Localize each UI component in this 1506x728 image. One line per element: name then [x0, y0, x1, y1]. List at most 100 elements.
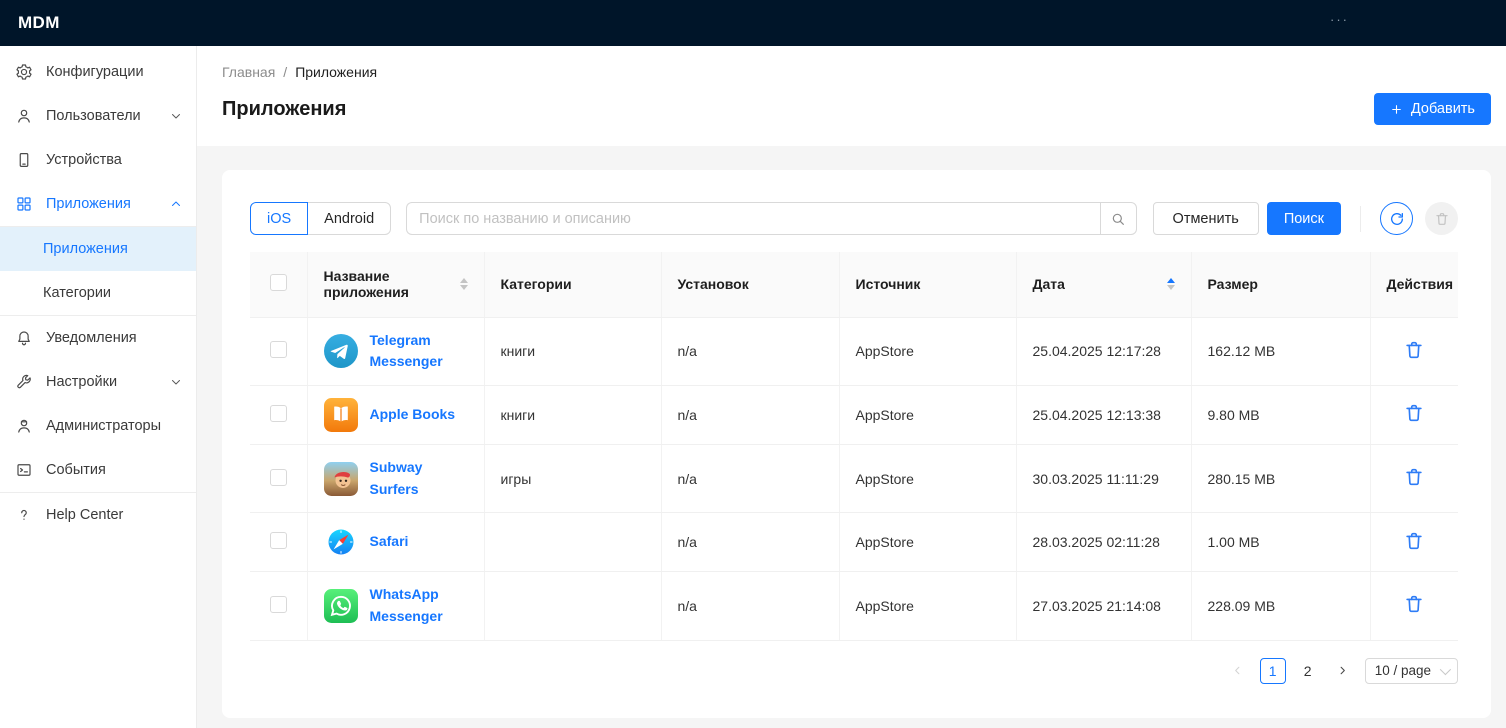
trash-icon	[1434, 211, 1450, 227]
sidebar-item-notifications[interactable]: Уведомления	[0, 316, 196, 360]
toolbar: iOS Android Отменить Поиск	[250, 202, 1458, 235]
delete-row-button[interactable]	[1403, 593, 1425, 615]
source-cell: AppStore	[839, 385, 1016, 444]
category-cell: книги	[484, 317, 661, 385]
category-cell	[484, 513, 661, 572]
search-box	[406, 202, 1136, 235]
page-size-select[interactable]: 10 / page	[1365, 658, 1458, 684]
app-name-link[interactable]: WhatsApp Messenger	[370, 584, 468, 627]
delete-row-button[interactable]	[1403, 530, 1425, 552]
sidebar-subitem-label: Приложения	[43, 241, 128, 257]
table-row: Safari n/a AppStore 28.03.2025 02:11:28 …	[250, 513, 1458, 572]
sidebar-item-label: Уведомления	[46, 330, 137, 346]
size-cell: 1.00 MB	[1191, 513, 1370, 572]
bulk-delete-button[interactable]	[1425, 202, 1458, 235]
subway-surfers-icon	[324, 462, 358, 496]
app-name-link[interactable]: Apple Books	[370, 404, 456, 426]
select-all-checkbox[interactable]	[270, 274, 287, 291]
table-row: Subway Surfers игры n/a AppStore 30.03.2…	[250, 444, 1458, 512]
sidebar-item-users[interactable]: Пользователи	[0, 94, 196, 138]
sort-icon	[460, 278, 468, 290]
row-checkbox[interactable]	[270, 341, 287, 358]
telegram-icon	[324, 334, 358, 368]
size-cell: 162.12 MB	[1191, 317, 1370, 385]
sidebar-item-administrators[interactable]: Администраторы	[0, 404, 196, 448]
next-page-button[interactable]	[1330, 658, 1356, 684]
page-1-button[interactable]: 1	[1260, 658, 1286, 684]
row-checkbox[interactable]	[270, 596, 287, 613]
category-cell: книги	[484, 385, 661, 444]
overflow-menu-icon[interactable]: ···	[1330, 13, 1349, 26]
table-row: Telegram Messenger книги n/a AppStore 25…	[250, 317, 1458, 385]
sidebar: Конфигурации Пользователи Устройства При…	[0, 46, 197, 728]
table-row: WhatsApp Messenger n/a AppStore 27.03.20…	[250, 572, 1458, 640]
safari-icon	[324, 525, 358, 559]
sidebar-item-help-center[interactable]: Help Center	[0, 493, 196, 537]
sidebar-item-label: Пользователи	[46, 108, 141, 124]
chevron-down-icon	[1440, 664, 1451, 675]
breadcrumb-home[interactable]: Главная	[222, 64, 275, 80]
search-input[interactable]	[406, 202, 1099, 235]
size-cell: 228.09 MB	[1191, 572, 1370, 640]
installs-cell: n/a	[661, 572, 839, 640]
app-name-link[interactable]: Subway Surfers	[370, 457, 468, 500]
wrench-icon	[14, 373, 33, 392]
sidebar-item-label: Конфигурации	[46, 64, 144, 80]
platform-tabs: iOS Android	[250, 202, 391, 235]
sidebar-item-devices[interactable]: Устройства	[0, 138, 196, 182]
sidebar-item-configurations[interactable]: Конфигурации	[0, 50, 196, 94]
delete-row-button[interactable]	[1403, 402, 1425, 424]
row-checkbox[interactable]	[270, 405, 287, 422]
row-checkbox[interactable]	[270, 469, 287, 486]
date-cell: 28.03.2025 02:11:28	[1016, 513, 1191, 572]
trash-icon	[1403, 466, 1425, 488]
delete-row-button[interactable]	[1403, 339, 1425, 361]
sidebar-item-label: Администраторы	[46, 418, 161, 434]
table-header-row: Название приложения Категории Установок …	[250, 252, 1458, 317]
refresh-button[interactable]	[1380, 202, 1413, 235]
add-button[interactable]: Добавить	[1374, 93, 1491, 125]
row-checkbox[interactable]	[270, 532, 287, 549]
refresh-icon	[1389, 211, 1405, 227]
app-name-link[interactable]: Safari	[370, 531, 409, 553]
delete-row-button[interactable]	[1403, 466, 1425, 488]
table-row: Apple Books книги n/a AppStore 25.04.202…	[250, 385, 1458, 444]
tab-ios[interactable]: iOS	[250, 202, 308, 235]
column-header-name[interactable]: Название приложения	[307, 252, 484, 317]
pagination: 1 2 10 / page	[250, 658, 1458, 684]
table-body: Telegram Messenger книги n/a AppStore 25…	[250, 317, 1458, 640]
tab-android[interactable]: Android	[307, 202, 391, 235]
topbar: MDM ···	[0, 0, 1506, 46]
page-2-button[interactable]: 2	[1295, 658, 1321, 684]
date-cell: 25.04.2025 12:13:38	[1016, 385, 1191, 444]
trash-icon	[1403, 530, 1425, 552]
sidebar-item-applications[interactable]: Приложения	[0, 182, 196, 226]
question-icon	[14, 506, 33, 525]
sidebar-item-label: Устройства	[46, 152, 122, 168]
app-name-link[interactable]: Telegram Messenger	[370, 330, 468, 373]
sidebar-subitem-applications[interactable]: Приложения	[0, 227, 196, 271]
sidebar-subitem-categories[interactable]: Категории	[0, 271, 196, 315]
column-header-date[interactable]: Дата	[1016, 252, 1191, 317]
chevron-down-icon	[170, 110, 182, 122]
sort-icon-active	[1167, 278, 1175, 290]
chevron-down-icon	[170, 376, 182, 388]
sidebar-subitem-label: Категории	[43, 285, 111, 301]
column-header-actions: Действия	[1370, 252, 1458, 317]
page-title: Приложения	[222, 98, 346, 121]
app-logo: MDM	[18, 13, 60, 33]
device-icon	[14, 151, 33, 170]
search-button[interactable]: Поиск	[1267, 202, 1341, 235]
source-cell: AppStore	[839, 513, 1016, 572]
breadcrumb: Главная / Приложения	[222, 64, 1491, 80]
date-cell: 25.04.2025 12:17:28	[1016, 317, 1191, 385]
category-cell	[484, 572, 661, 640]
sidebar-item-settings[interactable]: Настройки	[0, 360, 196, 404]
sidebar-item-events[interactable]: События	[0, 448, 196, 492]
column-header-size: Размер	[1191, 252, 1370, 317]
prev-page-button[interactable]	[1225, 658, 1251, 684]
column-header-installs: Установок	[661, 252, 839, 317]
search-icon[interactable]	[1100, 202, 1137, 235]
cancel-button[interactable]: Отменить	[1153, 202, 1259, 235]
toolbar-divider	[1360, 206, 1361, 232]
